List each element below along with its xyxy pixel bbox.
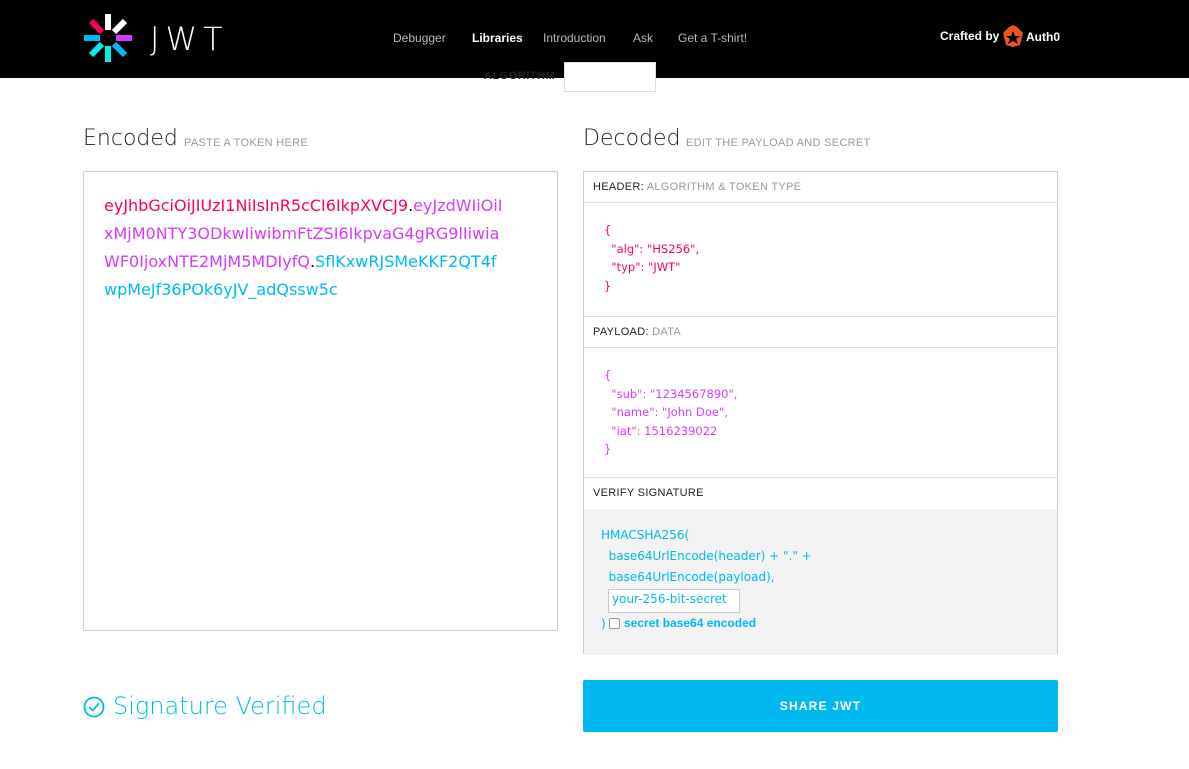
token-head-segment: eyJhbGciOiJIUzI1NiIsInR5cCI6IkpXVCJ9	[104, 196, 409, 215]
verify-section-title: VERIFY SIGNATURE	[584, 477, 1057, 510]
token-pay-segment: eyJzdWIiOiI	[413, 196, 503, 215]
decoded-subtitle: EDIT THE PAYLOAD AND SECRET	[686, 137, 871, 149]
encoded-title: Encoded	[83, 126, 178, 151]
auth0-brand-link[interactable]: Auth0	[1026, 30, 1060, 44]
encoded-token-text[interactable]: eyJhbGciOiJIUzI1NiIsInR5cCI6IkpXVCJ9.eyJ…	[104, 192, 524, 304]
payload-section-title: PAYLOAD: DATA	[584, 316, 1057, 348]
nav-item-ask[interactable]: Ask	[633, 31, 653, 45]
token-line: eyJhbGciOiJIUzI1NiIsInR5cCI6IkpXVCJ9.eyJ…	[104, 192, 524, 220]
logo-wordmark[interactable]: JWT	[150, 20, 229, 58]
signature-verified-status: Signature Verified	[113, 692, 327, 720]
decoded-title: Decoded	[583, 126, 681, 151]
nav-item-introduction[interactable]: Introduction	[543, 31, 606, 45]
header-label: HEADER:	[593, 181, 644, 193]
token-sig-segment: wpMeJf36POk6yJV_adQssw5c	[104, 280, 338, 299]
payload-json-editor[interactable]: { "sub": "1234567890", "name": "John Doe…	[604, 366, 737, 459]
payload-label: PAYLOAD:	[593, 326, 649, 338]
nav-item-debugger[interactable]: Debugger	[393, 31, 446, 45]
nav-item-libraries[interactable]: Libraries	[472, 31, 523, 45]
algorithm-label: ALGORITHM	[484, 70, 556, 82]
crafted-by-label: Crafted by	[940, 29, 1000, 43]
decoded-panel: HEADER: ALGORITHM & TOKEN TYPE { "alg": …	[583, 171, 1058, 655]
jwt-logo-icon[interactable]	[82, 12, 134, 64]
signature-code: HMACSHA256( base64UrlEncode(header) + ".…	[601, 528, 812, 584]
token-pay-segment: WF0IjoxNTE2MjM5MDIyfQ	[104, 252, 310, 271]
algorithm-select[interactable]	[564, 62, 656, 92]
encoded-token-textarea[interactable]: eyJhbGciOiJIUzI1NiIsInR5cCI6IkpXVCJ9.eyJ…	[83, 171, 558, 631]
header-sublabel: ALGORITHM & TOKEN TYPE	[646, 181, 802, 193]
base64-checkbox-label[interactable]: secret base64 encoded	[624, 616, 756, 630]
check-circle-icon	[83, 696, 105, 718]
token-pay-segment: xMjM0NTY3ODkwIiwibmFtZSI6IkpvaG4gRG9lIiw…	[104, 224, 500, 243]
auth0-icon[interactable]	[1003, 25, 1023, 47]
header-section-title: HEADER: ALGORITHM & TOKEN TYPE	[584, 172, 1057, 203]
token-sig-segment: SflKxwRJSMeKKF2QT4f	[315, 252, 497, 271]
share-jwt-button[interactable]: SHARE JWT	[583, 680, 1058, 732]
token-line: WF0IjoxNTE2MjM5MDIyfQ.SflKxwRJSMeKKF2QT4…	[104, 248, 524, 276]
verify-label: VERIFY SIGNATURE	[593, 487, 704, 499]
close-paren: )	[601, 617, 606, 631]
payload-sublabel: DATA	[652, 326, 682, 338]
token-line: xMjM0NTY3ODkwIiwibmFtZSI6IkpvaG4gRG9lIiw…	[104, 220, 524, 248]
token-line: wpMeJf36POk6yJV_adQssw5c	[104, 276, 524, 304]
header-json-editor[interactable]: { "alg": "HS256", "typ": "JWT" }	[604, 221, 699, 295]
secret-input[interactable]: your-256-bit-secret	[608, 589, 740, 613]
base64-checkbox[interactable]	[609, 618, 620, 629]
signature-area: HMACSHA256( base64UrlEncode(header) + ".…	[584, 509, 1057, 655]
encoded-subtitle: PASTE A TOKEN HERE	[184, 137, 308, 149]
nav-item-tshirt[interactable]: Get a T-shirt!	[678, 31, 747, 45]
